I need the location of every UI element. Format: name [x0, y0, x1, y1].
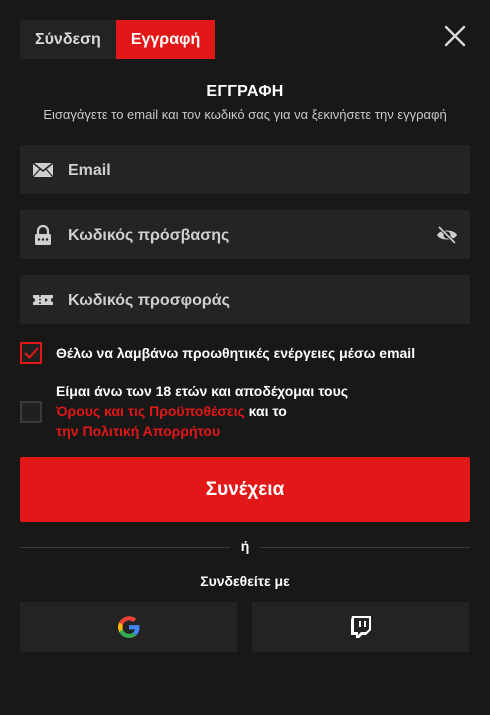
tab-signup[interactable]: Εγγραφή — [115, 20, 216, 59]
ticket-icon — [32, 289, 54, 311]
promo-field-wrapper — [20, 275, 470, 326]
continue-button[interactable]: Συνέχεια — [20, 457, 470, 522]
form-title: ΕΓΓΡΑΦΗ — [206, 83, 284, 100]
twitch-login-button[interactable] — [252, 602, 469, 652]
terms-link[interactable]: Όρους και τις Προϋποθέσεις — [56, 403, 245, 419]
divider-right — [260, 547, 470, 548]
eye-slash-icon[interactable] — [436, 224, 458, 246]
password-field-wrapper — [20, 210, 470, 261]
checkmark-icon — [24, 347, 39, 359]
age-terms-text: Είμαι άνω των 18 ετών και αποδέχομαι του… — [56, 381, 348, 441]
privacy-link[interactable]: την Πολιτική Απορρήτου — [56, 423, 220, 439]
social-heading: Συνδεθείτε με — [200, 573, 290, 589]
lock-icon — [32, 224, 54, 246]
email-input[interactable] — [66, 145, 450, 196]
password-input[interactable] — [66, 210, 450, 261]
promo-emails-checkbox[interactable] — [20, 342, 42, 364]
age-terms-and: και το — [244, 403, 287, 419]
close-icon[interactable] — [443, 24, 467, 48]
twitch-icon — [350, 616, 371, 638]
google-login-button[interactable] — [20, 602, 237, 652]
email-field-wrapper — [20, 145, 470, 196]
promo-code-input[interactable] — [66, 275, 450, 326]
age-terms-line2: Όρους και τις Προϋποθέσεις και το — [56, 401, 348, 421]
google-icon — [117, 616, 139, 639]
envelope-icon — [32, 159, 54, 181]
form-subtitle: Εισαγάγετε το email και τον κωδικό σας γ… — [43, 107, 447, 122]
age-terms-checkbox[interactable] — [20, 401, 42, 423]
promo-emails-label: Θέλω να λαμβάνω προωθητικές ενέργειες μέ… — [56, 345, 416, 361]
auth-tabs: Σύνδεση Εγγραφή — [20, 20, 216, 59]
divider-or-text: ή — [240, 538, 250, 554]
age-terms-line1: Είμαι άνω των 18 ετών και αποδέχομαι του… — [56, 383, 349, 399]
tab-login[interactable]: Σύνδεση — [20, 20, 116, 59]
